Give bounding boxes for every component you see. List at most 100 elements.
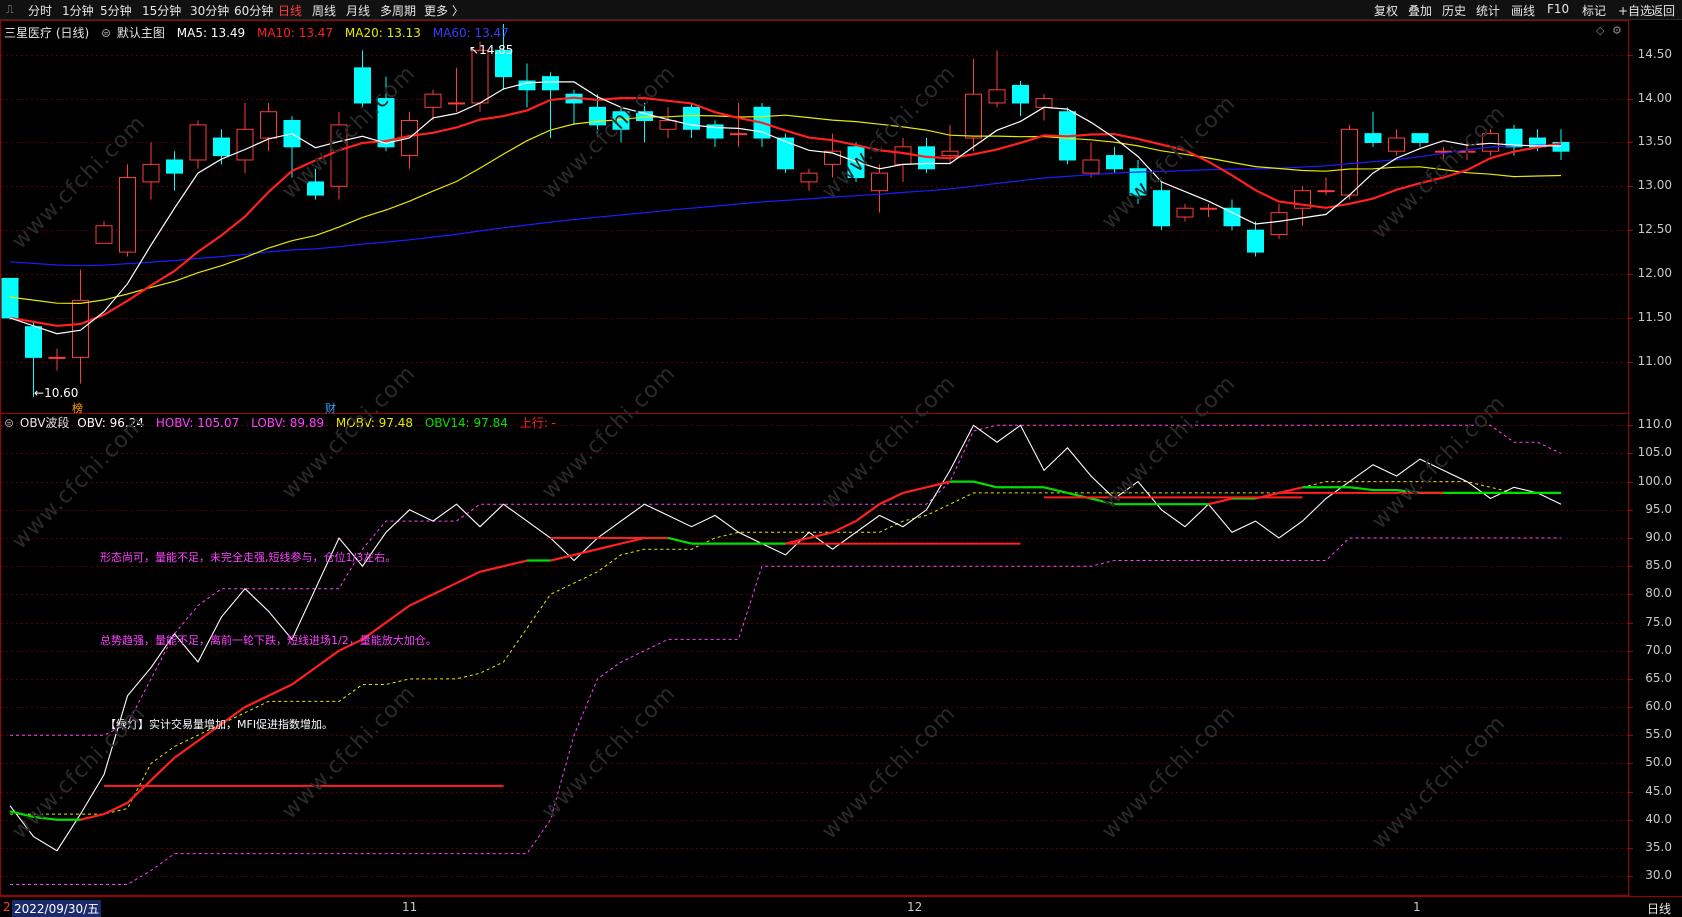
candle-body — [471, 49, 489, 104]
candle-body — [1223, 207, 1241, 227]
date-mark-dec: 12 — [907, 900, 923, 914]
candle-body — [213, 137, 230, 157]
candle-body — [119, 177, 136, 253]
candle-body — [1364, 133, 1382, 143]
obv-tick: 40.0 — [1645, 811, 1672, 826]
obv-tick: 65.0 — [1645, 670, 1672, 685]
price-tick: 12.50 — [1637, 222, 1672, 237]
obv14-segment — [291, 666, 317, 686]
obv14-segment — [126, 779, 152, 804]
settings-icon[interactable]: ⚙ — [1612, 24, 1622, 37]
date-cursor-label: 2022/09/30/五 — [12, 900, 102, 917]
candle-body — [730, 133, 747, 136]
chart-preset-label[interactable]: 默认主图 — [117, 26, 165, 40]
candle-body — [894, 146, 912, 165]
candle-body — [1106, 155, 1123, 170]
obv-tick: 95.0 — [1645, 501, 1672, 516]
obv14-segment — [385, 604, 411, 624]
obv14-value: OBV14: 97.84 — [424, 416, 508, 430]
obv-legend: ⊜ OBV波段 OBV: 96.24 HOBV: 105.07 LOBV: 89… — [4, 414, 564, 431]
obv14-segment — [456, 570, 481, 585]
obv14-segment — [432, 582, 457, 596]
note-2: 总势趋强，量能不足，离前一轮下跌，短线进场1/2，量能放大加仓。 — [100, 634, 437, 647]
candle-body — [48, 356, 66, 359]
high-arrow-icon: ↖ — [469, 43, 480, 57]
price-tick: 12.00 — [1637, 266, 1672, 281]
obv-tick: 60.0 — [1645, 699, 1672, 714]
obv14-segment — [832, 520, 857, 534]
marker-cai[interactable]: 财 — [325, 400, 336, 416]
candle-body — [1153, 190, 1170, 227]
candle-body — [1270, 212, 1288, 236]
obv14-segment — [1208, 497, 1233, 506]
candle-body — [777, 137, 794, 170]
obv14-segment — [80, 813, 105, 821]
main-legend: 三星医疗 (日线) ⊜ 默认主图 MA5: 13.49 MA10: 13.47 … — [4, 24, 517, 41]
obv-tick: 80.0 — [1645, 586, 1672, 601]
period-label[interactable]: 日线 — [1647, 900, 1671, 917]
candle-body — [1341, 128, 1358, 196]
candle-body — [1317, 190, 1335, 193]
chart-preset-icon[interactable]: ⊜ — [101, 26, 111, 40]
candle-body — [1176, 207, 1194, 218]
obv14-segment — [173, 739, 199, 759]
obv14-segment — [1043, 486, 1068, 494]
obv-tick: 45.0 — [1645, 783, 1672, 798]
hobv-line — [10, 424, 1562, 736]
obv14-segment — [150, 756, 176, 782]
candle-body — [965, 93, 982, 139]
obv14-segment — [244, 694, 269, 709]
obv14-segment — [926, 480, 951, 489]
candle-body — [659, 120, 677, 130]
obv-tick: 50.0 — [1645, 755, 1672, 770]
candle-body — [871, 172, 888, 192]
obv14-segment — [973, 480, 998, 489]
obv14-segment — [573, 548, 598, 556]
obv-tick: 70.0 — [1645, 642, 1672, 657]
obv14-segment — [879, 491, 904, 506]
shangxing-value: 上行: - — [519, 416, 556, 430]
ma60-value: MA60: 13.47 — [432, 26, 509, 40]
price-tick: 14.00 — [1637, 90, 1672, 105]
obv-tick: 75.0 — [1645, 614, 1672, 629]
note-1: 形态尚可，量能不足，未完全走强,短线参与，仓位1/3左右。 — [100, 551, 397, 564]
low-price-label: ←10.60 — [34, 386, 78, 400]
obv-tick: 105.0 — [1637, 445, 1672, 460]
obv-tick: 100.0 — [1637, 473, 1672, 488]
candle-body — [236, 128, 254, 161]
candle-body — [800, 172, 818, 183]
candle-body — [142, 163, 160, 183]
hobv-value: HOBV: 105.07 — [155, 416, 240, 430]
obv-tick: 35.0 — [1645, 839, 1672, 854]
price-tick: 13.00 — [1637, 178, 1672, 193]
candle-body — [1247, 229, 1264, 253]
date-mark-nov: 11 — [402, 900, 418, 914]
marker-bang[interactable]: 榜 — [72, 400, 83, 416]
price-tick: 13.50 — [1637, 134, 1672, 149]
obv-tick: 55.0 — [1645, 727, 1672, 742]
candle-body — [424, 93, 442, 108]
price-tick: 14.50 — [1637, 46, 1672, 61]
candle-body — [1200, 207, 1217, 210]
obv14-segment — [1349, 486, 1374, 492]
candle-body — [95, 225, 113, 244]
date-mark-jan: 1 — [1413, 900, 1421, 914]
price-tick: 11.00 — [1637, 353, 1672, 368]
candle-body — [189, 124, 207, 161]
ma5-value: MA5: 13.49 — [176, 26, 246, 40]
ma20-value: MA20: 13.13 — [344, 26, 421, 40]
obv14-segment — [597, 542, 622, 551]
candle-body — [988, 89, 1006, 104]
obv14-segment — [902, 486, 927, 494]
diamond-icon[interactable]: ◇ — [1596, 24, 1604, 37]
obv14-segment — [314, 649, 340, 669]
obv-title[interactable]: OBV波段 — [20, 416, 70, 430]
obv-close-icon[interactable]: ⊜ — [4, 416, 14, 430]
ma10-value: MA10: 13.47 — [257, 26, 334, 40]
stock-title: 三星医疗 (日线) — [4, 26, 90, 40]
candle-body — [448, 102, 465, 105]
candle-body — [1411, 133, 1429, 143]
obv-tick: 110.0 — [1637, 417, 1672, 432]
candle-body — [941, 150, 959, 157]
date-mark-first: 2 — [3, 900, 11, 914]
